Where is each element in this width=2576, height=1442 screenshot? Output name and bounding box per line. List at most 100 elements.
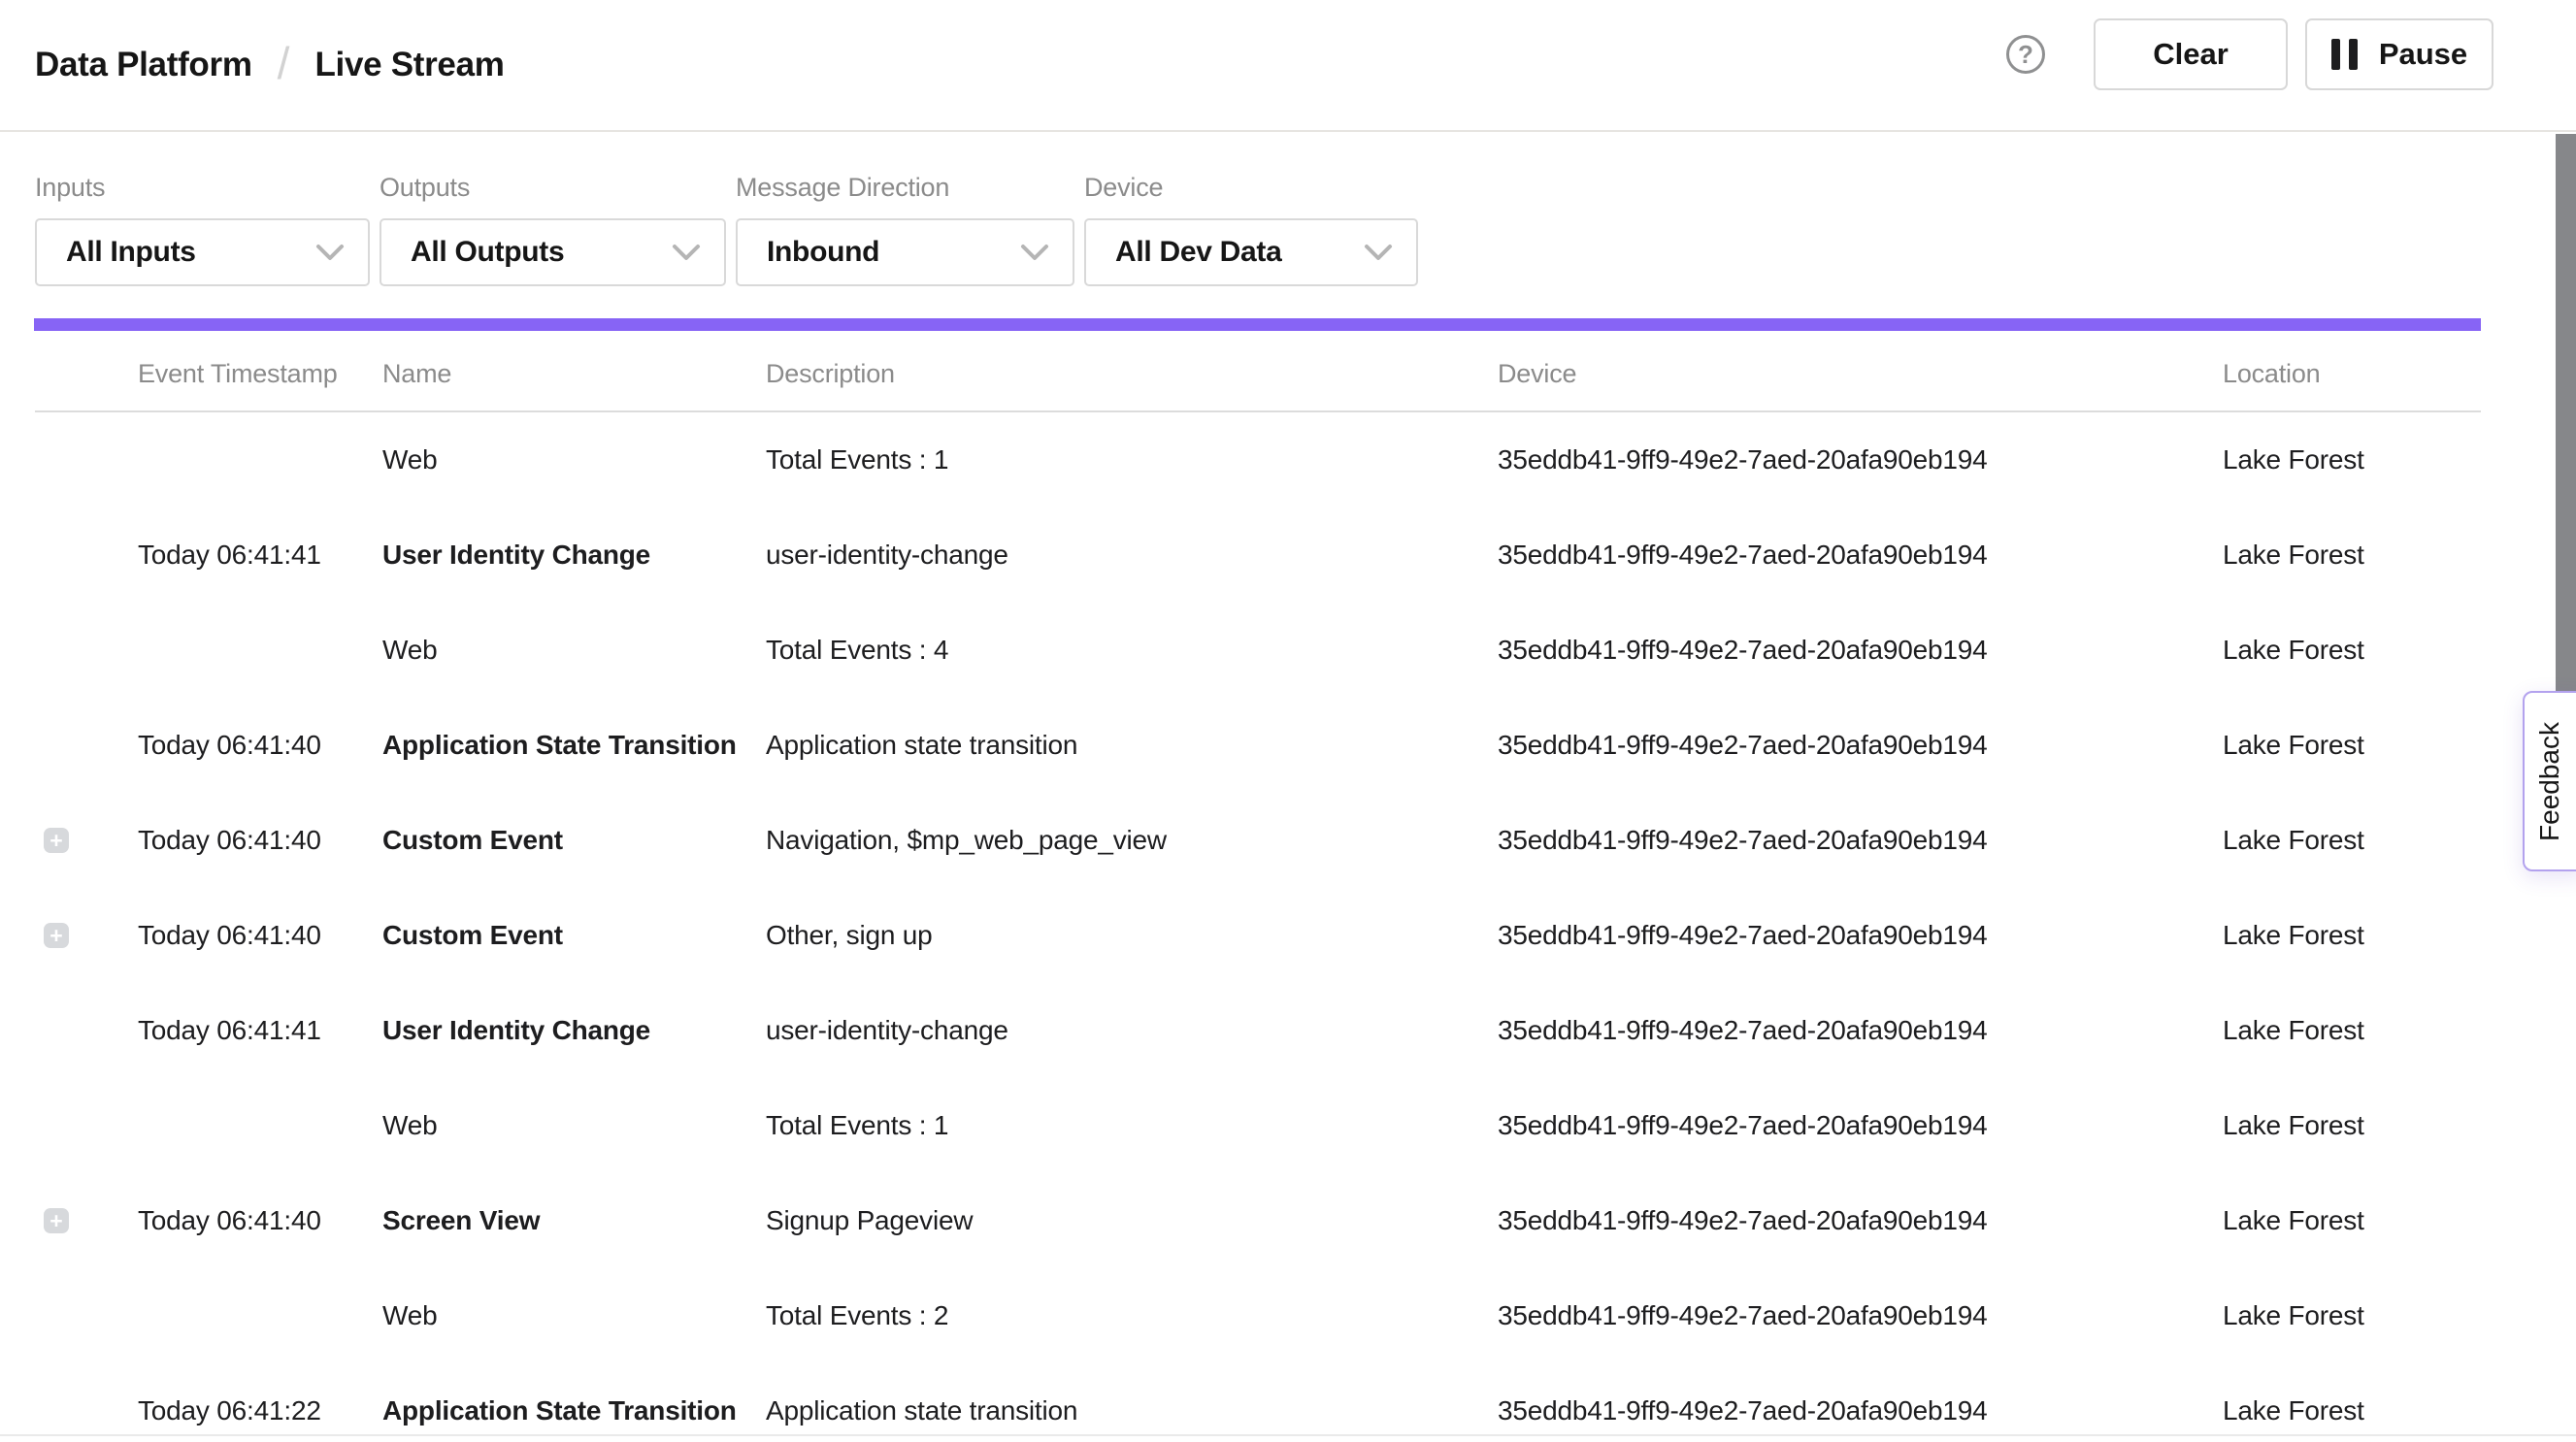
inputs-select-value: All Inputs	[66, 236, 196, 269]
event-device-cell: 35eddb41-9ff9-49e2-7aed-20afa90eb194	[1498, 1300, 2223, 1331]
expand-cell: +	[35, 1208, 138, 1233]
event-description-cell: user-identity-change	[766, 1015, 1498, 1046]
header-actions: ? Clear Pause	[2006, 18, 2493, 90]
column-header-description: Description	[766, 359, 1498, 389]
event-location-cell: Lake Forest	[2223, 1395, 2481, 1426]
expand-cell: +	[35, 828, 138, 853]
breadcrumb-item-live-stream[interactable]: Live Stream	[314, 46, 504, 84]
pause-button[interactable]: Pause	[2305, 18, 2493, 90]
expand-cell: +	[35, 1113, 138, 1138]
event-description-cell: Total Events : 4	[766, 635, 1498, 666]
table-row[interactable]: + Today 06:41:40 Screen View Signup Page…	[35, 1173, 2481, 1268]
help-icon[interactable]: ?	[2006, 35, 2045, 74]
events-table: Event Timestamp Name Description Device …	[35, 331, 2481, 1442]
event-timestamp-cell: Today 06:41:40	[138, 825, 382, 856]
event-name-cell: Application State Transition	[382, 730, 766, 761]
expand-cell: +	[35, 447, 138, 473]
column-header-device: Device	[1498, 359, 2223, 389]
breadcrumb-separator-icon: /	[278, 37, 290, 89]
filter-message-direction-label: Message Direction	[736, 173, 1074, 203]
event-device-cell: 35eddb41-9ff9-49e2-7aed-20afa90eb194	[1498, 730, 2223, 761]
event-name-cell: Screen View	[382, 1205, 766, 1236]
event-name-cell: Web	[382, 444, 766, 475]
expand-cell: +	[35, 1018, 138, 1043]
event-device-cell: 35eddb41-9ff9-49e2-7aed-20afa90eb194	[1498, 1395, 2223, 1426]
column-header-location: Location	[2223, 359, 2481, 389]
plus-icon: +	[50, 923, 62, 948]
event-location-cell: Lake Forest	[2223, 730, 2481, 761]
table-row[interactable]: + Web Total Events : 2 35eddb41-9ff9-49e…	[35, 1268, 2481, 1363]
filters-bar: Inputs All Inputs Outputs All Outputs Me…	[35, 173, 1418, 286]
event-device-cell: 35eddb41-9ff9-49e2-7aed-20afa90eb194	[1498, 1015, 2223, 1046]
expand-cell: +	[35, 638, 138, 663]
event-name-cell: Web	[382, 1300, 766, 1331]
event-description-cell: user-identity-change	[766, 540, 1498, 571]
column-header-event-timestamp: Event Timestamp	[138, 359, 382, 389]
event-description-cell: Total Events : 2	[766, 1300, 1498, 1331]
event-timestamp-cell: Today 06:41:40	[138, 730, 382, 761]
table-header-row: Event Timestamp Name Description Device …	[35, 331, 2481, 412]
scrollbar-thumb[interactable]	[2556, 134, 2576, 691]
clear-button[interactable]: Clear	[2094, 18, 2288, 90]
table-row[interactable]: + Today 06:41:40 Application State Trans…	[35, 698, 2481, 793]
event-name-cell: Web	[382, 635, 766, 666]
expand-row-button[interactable]: +	[44, 828, 69, 853]
device-select[interactable]: All Dev Data	[1084, 218, 1418, 286]
expand-row-button[interactable]: +	[44, 1208, 69, 1233]
event-location-cell: Lake Forest	[2223, 825, 2481, 856]
pause-icon	[2331, 39, 2358, 70]
table-row[interactable]: + Web Total Events : 1 35eddb41-9ff9-49e…	[35, 1078, 2481, 1173]
chevron-down-icon	[1020, 244, 1049, 261]
accent-bar	[34, 318, 2481, 331]
feedback-tab[interactable]: Feedback	[2523, 691, 2576, 871]
filter-device: Device All Dev Data	[1084, 173, 1418, 286]
table-row[interactable]: + Web Total Events : 4 35eddb41-9ff9-49e…	[35, 603, 2481, 698]
table-row[interactable]: + Today 06:41:22 Application State Trans…	[35, 1363, 2481, 1442]
event-name-cell: Custom Event	[382, 825, 766, 856]
chevron-down-icon	[1364, 244, 1393, 261]
expand-cell: +	[35, 1303, 138, 1328]
table-row[interactable]: + Web Total Events : 1 35eddb41-9ff9-49e…	[35, 412, 2481, 508]
event-description-cell: Other, sign up	[766, 920, 1498, 951]
page-header: Data Platform / Live Stream ? Clear Paus…	[0, 0, 2576, 132]
event-description-cell: Total Events : 1	[766, 444, 1498, 475]
expand-cell: +	[35, 733, 138, 758]
event-device-cell: 35eddb41-9ff9-49e2-7aed-20afa90eb194	[1498, 635, 2223, 666]
event-timestamp-cell: Today 06:41:40	[138, 1205, 382, 1236]
expand-cell: +	[35, 923, 138, 948]
filter-outputs-label: Outputs	[380, 173, 726, 203]
filter-inputs-label: Inputs	[35, 173, 370, 203]
event-description-cell: Total Events : 1	[766, 1110, 1498, 1141]
table-row[interactable]: + Today 06:41:40 Custom Event Other, sig…	[35, 888, 2481, 983]
event-timestamp-cell: Today 06:41:22	[138, 1395, 382, 1426]
table-row[interactable]: + Today 06:41:40 Custom Event Navigation…	[35, 793, 2481, 888]
message-direction-select[interactable]: Inbound	[736, 218, 1074, 286]
event-name-cell: User Identity Change	[382, 1015, 766, 1046]
table-row[interactable]: + Today 06:41:41 User Identity Change us…	[35, 508, 2481, 603]
feedback-tab-label: Feedback	[2534, 722, 2565, 841]
table-body: + Web Total Events : 1 35eddb41-9ff9-49e…	[35, 412, 2481, 1442]
event-description-cell: Navigation, $mp_web_page_view	[766, 825, 1498, 856]
event-name-cell: Application State Transition	[382, 1395, 766, 1426]
table-row[interactable]: + Today 06:41:41 User Identity Change us…	[35, 983, 2481, 1078]
filter-device-label: Device	[1084, 173, 1418, 203]
event-device-cell: 35eddb41-9ff9-49e2-7aed-20afa90eb194	[1498, 825, 2223, 856]
bottom-divider	[0, 1434, 2576, 1436]
outputs-select[interactable]: All Outputs	[380, 218, 726, 286]
breadcrumb-item-data-platform[interactable]: Data Platform	[35, 46, 252, 84]
event-name-cell: Web	[382, 1110, 766, 1141]
event-location-cell: Lake Forest	[2223, 540, 2481, 571]
live-stream-page: Data Platform / Live Stream ? Clear Paus…	[0, 0, 2576, 1442]
help-glyph: ?	[2018, 40, 2033, 70]
event-device-cell: 35eddb41-9ff9-49e2-7aed-20afa90eb194	[1498, 1205, 2223, 1236]
event-device-cell: 35eddb41-9ff9-49e2-7aed-20afa90eb194	[1498, 444, 2223, 475]
inputs-select[interactable]: All Inputs	[35, 218, 370, 286]
chevron-down-icon	[672, 244, 701, 261]
event-description-cell: Application state transition	[766, 730, 1498, 761]
event-name-cell: Custom Event	[382, 920, 766, 951]
event-timestamp-cell: Today 06:41:40	[138, 920, 382, 951]
expand-row-button[interactable]: +	[44, 923, 69, 948]
filter-outputs: Outputs All Outputs	[380, 173, 726, 286]
event-location-cell: Lake Forest	[2223, 1110, 2481, 1141]
event-location-cell: Lake Forest	[2223, 635, 2481, 666]
